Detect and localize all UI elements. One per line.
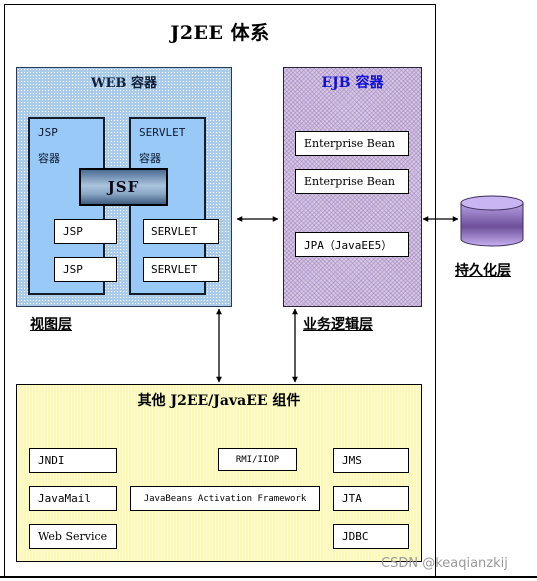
enterprise-bean-box: Enterprise Bean: [295, 169, 409, 194]
jta-box: JTA: [333, 486, 409, 511]
enterprise-bean-box: Enterprise Bean: [295, 131, 409, 156]
database-cylinder-icon: [460, 195, 524, 247]
jsp-box: JSP: [54, 257, 117, 282]
view-layer-label: 视图层: [30, 317, 72, 333]
bottom-divider: [0, 576, 537, 578]
jsp-container-label: JSP: [38, 126, 58, 139]
javamail-box: JavaMail: [29, 486, 117, 511]
jaf-box: JavaBeans Activation Framework: [130, 486, 320, 511]
jpa-box: JPA（JavaEE5）: [295, 232, 409, 257]
jms-box: JMS: [333, 448, 409, 473]
jndi-box: JNDI: [29, 448, 117, 473]
servlet-box: SERVLET: [143, 257, 219, 282]
other-components-title: 其他 J2EE/JavaEE 组件: [137, 393, 301, 409]
jsf-box: JSF: [79, 168, 168, 206]
rmi-iiop-box: RMI/IIOP: [218, 448, 297, 471]
servlet-box: SERVLET: [143, 219, 219, 244]
business-layer-label: 业务逻辑层: [303, 317, 373, 333]
servlet-container-label-2: 容器: [139, 152, 161, 165]
jsp-container-label-2: 容器: [38, 152, 60, 165]
jdbc-box: JDBC: [333, 524, 409, 549]
diagram-title: J2EE 体系: [170, 22, 270, 44]
watermark: CSDN @keaqianzkij: [381, 556, 508, 571]
jsp-box: JSP: [54, 219, 117, 244]
web-container-title: WEB 容器: [90, 76, 158, 91]
web-service-box: Web Service: [29, 524, 117, 549]
servlet-container-label: SERVLET: [139, 126, 186, 139]
persistence-layer-label: 持久化层: [455, 263, 511, 279]
ejb-container-title: EJB 容器: [321, 75, 384, 91]
